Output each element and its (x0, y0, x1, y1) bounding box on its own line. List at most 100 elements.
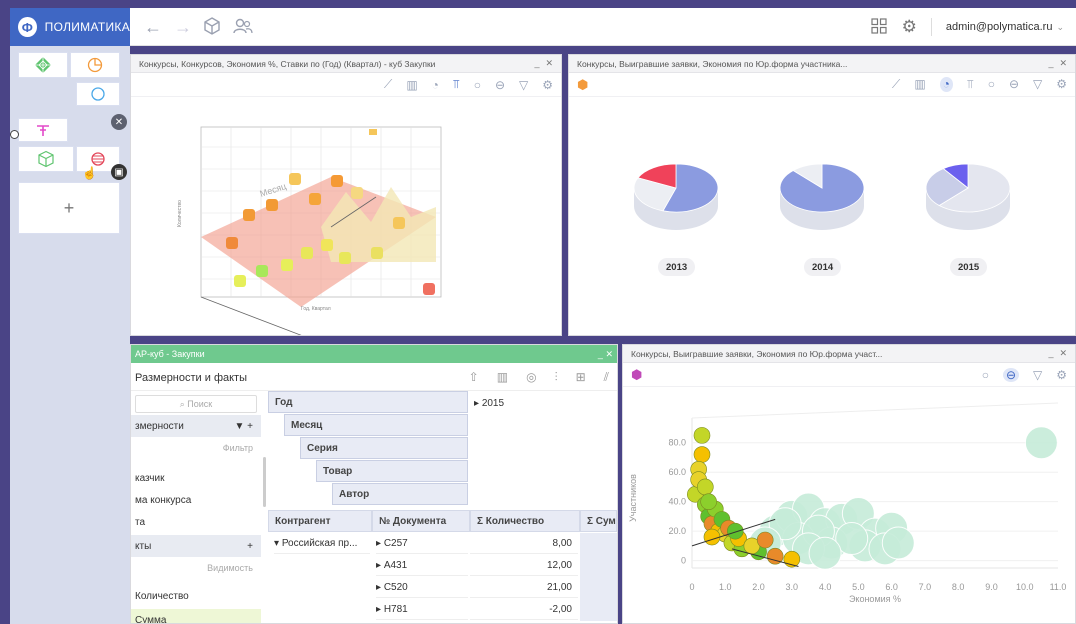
fact-item[interactable]: Сумма (131, 609, 261, 623)
user-menu[interactable]: admin@polymatica.ru ⌄ (946, 21, 1064, 33)
line-chart-icon[interactable]: ⟋ (384, 77, 392, 92)
window-header[interactable]: Конкурсы, Конкурсов, Экономия %, Ставки … (131, 55, 561, 73)
drag-handle[interactable] (10, 130, 19, 139)
column-header[interactable]: Контрагент (268, 510, 372, 532)
window-header[interactable]: АР-куб - Закупки _ ✕ (131, 345, 617, 363)
filter-label: Фильтр (222, 443, 253, 453)
pie-2013[interactable] (633, 163, 719, 230)
globe-chart-icon[interactable]: ⊖ (495, 78, 505, 92)
scatter-point[interactable] (693, 446, 711, 463)
line-chart-icon[interactable]: ⟋ (892, 77, 900, 92)
dims-facts-tab[interactable]: Размерности и факты (135, 372, 247, 384)
x-tick-label: 5.0 (852, 582, 865, 592)
cube-icon[interactable] (202, 16, 222, 41)
add-widget-button[interactable]: + (18, 182, 120, 234)
doc-value: C257 (383, 537, 408, 549)
pie-2014[interactable] (779, 163, 865, 230)
users-icon[interactable] (232, 16, 254, 41)
close-icon[interactable]: ✕ (111, 114, 127, 130)
scatter-point[interactable] (697, 478, 714, 496)
doc-cell[interactable]: ▸ H781 (376, 599, 468, 620)
pivot-col-series[interactable]: Серия (300, 437, 468, 459)
compass-icon[interactable]: ◎ (526, 370, 536, 385)
scrollbar[interactable] (263, 457, 266, 507)
row-group[interactable]: ▾ Российская пр... (274, 533, 370, 554)
window-title: Конкурсы, Выигравшие заявки, Экономия по… (577, 58, 848, 69)
grid-icon[interactable] (870, 17, 888, 38)
pivot-col-month[interactable]: Месяц (284, 414, 468, 436)
globe-chart-icon[interactable]: ⊖ (1009, 77, 1019, 92)
scatter-point[interactable] (808, 536, 842, 570)
split-icon[interactable]: ⫶ (555, 370, 558, 385)
pie-label-2015: 2015 (950, 258, 988, 276)
gear-icon[interactable]: ⚙ (1056, 77, 1067, 92)
export-icon[interactable]: ⇧ (469, 370, 479, 385)
columns-icon[interactable]: ⫽ (604, 370, 609, 385)
scatter-point[interactable] (693, 427, 711, 444)
x-axis-label: Экономия % (849, 594, 901, 604)
minimize-icon[interactable]: _ (1048, 58, 1053, 68)
scatter-point[interactable] (756, 531, 774, 549)
dimensions-header: змерности ▼ + (131, 415, 261, 437)
column-header[interactable]: Σ Количество (470, 510, 580, 532)
year-value[interactable]: ▸ 2015 (474, 398, 504, 409)
pie-chart-icon[interactable]: ◔ (432, 78, 439, 92)
pivot-col-product[interactable]: Товар (316, 460, 468, 482)
arrow-right-icon[interactable]: → (174, 16, 192, 38)
dimension-item[interactable]: ма конкурса (131, 489, 261, 511)
minimize-icon[interactable]: _ (598, 349, 603, 359)
minimize-icon[interactable]: _ (534, 58, 539, 68)
close-icon[interactable]: ✕ (1059, 348, 1067, 358)
circle-widget-button[interactable] (76, 82, 120, 106)
gear-icon[interactable]: ⚙ (1056, 368, 1067, 382)
scatter-point[interactable] (1024, 426, 1058, 460)
pivot-col-year[interactable]: Год (268, 391, 468, 413)
doc-cell[interactable]: ▸ A431 (376, 555, 468, 576)
column-chart-icon[interactable]: ⫪ (453, 77, 460, 92)
filter-icon[interactable]: ▽ (1033, 77, 1042, 92)
heatmap-widget-button[interactable] (18, 52, 68, 78)
brand[interactable]: Ф ПОЛИМАТИКА (10, 8, 130, 46)
pie-chart-icon[interactable]: ◔ (939, 77, 953, 92)
circle-chart-icon[interactable]: ○ (988, 77, 995, 92)
column-chart-icon[interactable]: ⫪ (967, 77, 974, 92)
bar-chart-icon[interactable]: ▥ (914, 77, 925, 92)
scatter-point[interactable] (881, 526, 915, 560)
window-header[interactable]: Конкурсы, Выигравшие заявки, Экономия по… (623, 345, 1075, 363)
hierarchy-icon[interactable]: ⊞ (576, 370, 586, 385)
window-header[interactable]: Конкурсы, Выигравшие заявки, Экономия по… (569, 55, 1075, 73)
filter-icon[interactable]: ▽ (519, 78, 528, 92)
pie-widget-button[interactable] (70, 52, 120, 78)
fact-item[interactable]: Количество (131, 585, 261, 607)
gear-icon[interactable]: ⚙ (902, 17, 917, 37)
bar-chart-icon[interactable]: ▥ (497, 370, 508, 385)
globe-chart-icon[interactable]: ⊖ (1002, 367, 1019, 382)
pie-2015[interactable] (925, 163, 1011, 230)
column-header[interactable]: № Документа (372, 510, 470, 532)
column-widget-button[interactable] (18, 118, 68, 142)
copy-icon[interactable]: ▣ (111, 164, 127, 180)
dimension-item[interactable]: та (131, 511, 261, 533)
scatter-point[interactable] (700, 493, 717, 510)
circle-chart-icon[interactable]: ○ (982, 368, 989, 382)
doc-cell[interactable]: ▸ C520 (376, 577, 468, 598)
scatter-point[interactable] (726, 522, 744, 540)
cube-widget-button[interactable] (18, 146, 74, 172)
filter-icon[interactable]: ▽ (1033, 368, 1042, 382)
close-icon[interactable]: ✕ (605, 349, 613, 359)
pivot-col-author[interactable]: Автор (332, 483, 468, 505)
search-input[interactable]: ⌕ Поиск (135, 395, 257, 413)
doc-cell[interactable]: ▸ C257 (376, 533, 468, 554)
bar-chart-icon[interactable]: ▥ (406, 78, 417, 92)
minimize-icon[interactable]: _ (1048, 348, 1053, 358)
gear-icon[interactable]: ⚙ (542, 78, 553, 92)
column-header[interactable]: Σ Сум (580, 510, 617, 532)
dimension-item[interactable]: казчик (131, 467, 261, 489)
close-icon[interactable]: ✕ (545, 58, 553, 68)
scatter-point[interactable] (703, 528, 721, 546)
circle-chart-icon[interactable]: ○ (474, 78, 481, 92)
arrow-left-icon[interactable]: ← (144, 16, 162, 38)
chart-toolbar: ⬢ ○ ⊖ ▽ ⚙ (623, 363, 1075, 387)
x-tick-label: 2.0 (752, 582, 765, 592)
close-icon[interactable]: ✕ (1059, 58, 1067, 68)
